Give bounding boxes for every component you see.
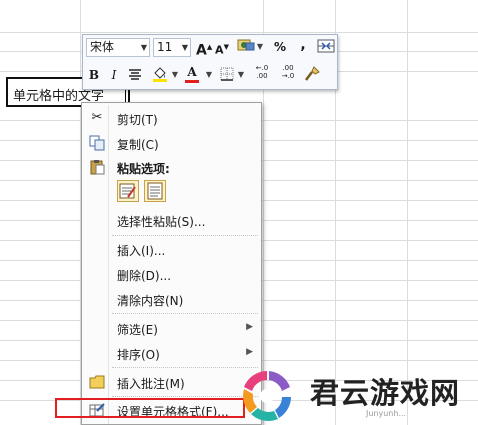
chevron-down-icon: ▼ (181, 43, 188, 52)
watermark-url: Junyunh... (366, 409, 407, 418)
comma-style-button[interactable]: , (297, 36, 309, 54)
align-center-icon[interactable] (127, 66, 143, 84)
font-name-combo[interactable]: 宋体 ▼ (86, 38, 150, 57)
menu-item-label: 选择性粘贴(S)... (117, 215, 206, 229)
increase-decimal-button[interactable]: ←.0 .00 (251, 64, 273, 82)
watermark-title: 君云游戏网 (310, 376, 461, 410)
font-size-value: 11 (157, 40, 173, 54)
menu-item-label: 排序(O) (117, 348, 160, 362)
font-name-value: 宋体 (90, 40, 115, 54)
submenu-arrow-icon: ▶ (246, 322, 253, 332)
watermark-logo-icon (243, 371, 291, 421)
menu-item-label: 删除(D)... (117, 269, 172, 283)
watermark: 君云游戏网 Junyunh... (232, 362, 478, 425)
menu-item-insert[interactable]: 插入(I)... (84, 238, 259, 260)
chevron-down-icon: ▼ (140, 43, 147, 52)
menu-item-label: 清除内容(N) (117, 294, 184, 308)
grow-font-button[interactable]: A▲ (196, 38, 212, 59)
menu-item-label: 剪切(T) (117, 113, 158, 127)
bold-button[interactable]: B (87, 66, 101, 84)
menu-item-label: 粘贴选项: (117, 162, 170, 176)
copy-icon (89, 135, 105, 151)
font-color-button[interactable]: A (185, 63, 199, 83)
chevron-down-icon[interactable]: ▼ (171, 66, 179, 84)
menu-item-label: 复制(C) (117, 138, 159, 152)
paste-option-keep-formatting-icon[interactable] (117, 180, 139, 202)
menu-item-delete[interactable]: 删除(D)... (84, 263, 259, 285)
chevron-down-icon[interactable]: ▼ (205, 66, 213, 84)
menu-item-label: 插入批注(M) (117, 377, 185, 391)
menu-item-clear-contents[interactable]: 清除内容(N) (84, 288, 259, 310)
fill-color-icon[interactable] (151, 65, 169, 83)
menu-item-cut[interactable]: ✂ 剪切(T) (84, 107, 259, 129)
clipboard-icon (89, 159, 105, 175)
chevron-down-icon[interactable]: ▼ (237, 66, 245, 84)
menu-separator (112, 313, 258, 314)
menu-item-paste-options: 粘贴选项: (84, 156, 259, 178)
comment-icon (89, 374, 105, 390)
menu-separator (112, 235, 258, 236)
highlight-box (55, 398, 245, 418)
scissors-icon: ✂ (91, 110, 103, 125)
accounting-format-icon[interactable] (237, 38, 255, 56)
format-painter-icon[interactable] (303, 65, 321, 83)
italic-button[interactable]: I (107, 66, 121, 84)
menu-item-sort[interactable]: 排序(O) ▶ (84, 342, 259, 364)
menu-item-copy[interactable]: 复制(C) (84, 132, 259, 154)
menu-item-label: 筛选(E) (117, 323, 158, 337)
menu-item-filter[interactable]: 筛选(E) ▶ (84, 317, 259, 339)
menu-item-label: 插入(I)... (117, 244, 166, 258)
menu-item-paste-special[interactable]: 选择性粘贴(S)... (84, 209, 259, 231)
font-size-combo[interactable]: 11 ▼ (153, 38, 191, 57)
paste-option-values-icon[interactable] (144, 180, 166, 202)
merge-center-icon[interactable] (317, 38, 335, 56)
shrink-font-button[interactable]: A▼ (215, 38, 229, 57)
decrease-decimal-button[interactable]: .00 →.0 (277, 64, 299, 82)
mini-toolbar: 宋体 ▼ 11 ▼ A▲ A▼ ▼ % , B I ▼ A ▼ ▼ ←.0 .0… (82, 34, 338, 90)
borders-icon[interactable] (219, 66, 235, 84)
percent-style-button[interactable]: % (273, 38, 287, 56)
chevron-down-icon[interactable]: ▼ (256, 38, 264, 56)
submenu-arrow-icon: ▶ (246, 347, 253, 357)
